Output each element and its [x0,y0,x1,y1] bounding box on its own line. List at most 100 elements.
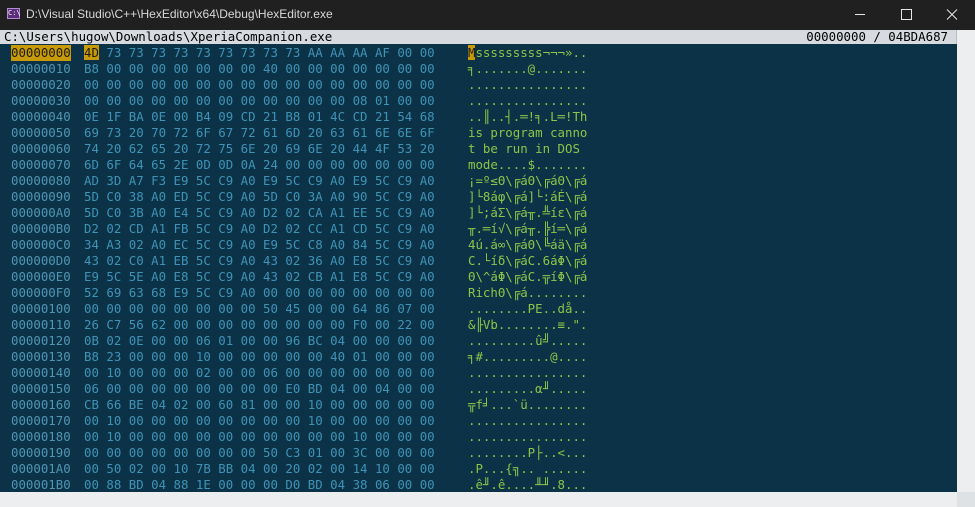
hex-row[interactable]: 00000040 0E 1F BA 0E 00 B4 09 CD 21 B8 01… [0,109,957,125]
ascii-rest[interactable]: .......P├..<... [475,445,587,460]
row-ascii[interactable]: is program canno [468,125,587,141]
ascii-rest[interactable]: ............... [475,429,587,444]
hex-byte[interactable]: 00 [84,93,99,108]
row-ascii[interactable]: ]└;áΣ\╔á╥.╩íε\╔á [468,205,587,221]
ascii-rest[interactable]: .║..┤.═!╕.L═!Th [475,109,587,124]
row-hex-bytes[interactable]: 34 A3 02 A0 EC 5C C9 A0 E9 5C C8 A0 84 5… [84,237,435,253]
hex-row[interactable]: 00000080 AD 3D A7 F3 E9 5C C9 A0 E9 5C C9… [0,173,957,189]
row-ascii[interactable]: .ê╜.ê....╨╜.8... [468,477,587,492]
row-hex-bytes[interactable]: 26 C7 56 62 00 00 00 00 00 00 00 00 F0 0… [84,317,435,333]
hex-byte[interactable]: 26 [84,317,99,332]
row-hex-bytes[interactable]: 5D C0 3B A0 E4 5C C9 A0 D2 02 CA A1 EE 5… [84,205,435,221]
hex-row[interactable]: 000000E0 E9 5C 5E A0 E8 5C C9 A0 43 02 CB… [0,269,957,285]
row-hex-bytes[interactable]: E9 5C 5E A0 E8 5C C9 A0 43 02 CB A1 E8 5… [84,269,435,285]
ascii-rest[interactable]: .......PE..då.. [475,301,587,316]
hex-byte[interactable]: 34 [84,237,99,252]
row-hex-bytes[interactable]: 74 20 62 65 20 72 75 6E 20 69 6E 20 44 4… [84,141,435,157]
ascii-rest[interactable]: \^áΦ\╔áC.╦íΦ\╔á [475,269,587,284]
row-ascii[interactable]: ¡=º≤Θ\╔áΘ\╔áΘ\╔á [468,173,587,189]
hex-row[interactable]: 00000190 00 00 00 00 00 00 00 00 50 C3 01… [0,445,957,461]
row-ascii[interactable]: RichΘ\╔á........ [468,285,587,301]
row-ascii[interactable]: C.└íδ\╔áC.6áΦ\╔á [468,253,587,269]
hex-bytes-rest[interactable]: 10 00 00 00 00 00 00 00 00 00 00 10 00 0… [106,429,434,444]
hex-bytes-rest[interactable]: 5C 5E A0 E8 5C C9 A0 43 02 CB A1 E8 5C C… [106,269,434,284]
hex-row[interactable]: 000000C0 34 A3 02 A0 EC 5C C9 A0 E9 5C C8… [0,237,957,253]
hex-byte[interactable]: 69 [84,125,99,140]
row-hex-bytes[interactable]: 0E 1F BA 0E 00 B4 09 CD 21 B8 01 4C CD 2… [84,109,435,125]
hex-row[interactable]: 00000000 4D 73 73 73 73 73 73 73 73 73 AA… [0,45,957,61]
hex-bytes-rest[interactable]: 20 62 65 20 72 75 6E 20 69 6E 20 44 4F 5… [106,141,434,156]
hex-byte[interactable]: D2 [84,221,99,236]
hex-byte[interactable]: 00 [84,301,99,316]
hex-byte[interactable]: 74 [84,141,99,156]
hex-row[interactable]: 00000160 CB 66 BE 04 02 00 60 81 00 00 10… [0,397,957,413]
row-hex-bytes[interactable]: 00 10 00 00 00 00 00 00 00 00 10 00 00 0… [84,413,435,429]
ascii-rest[interactable]: ú.á∞\╔áΘ\╚áä\╔á [475,237,587,252]
hex-row[interactable]: 00000090 5D C0 38 A0 ED 5C C9 A0 5D C0 3A… [0,189,957,205]
row-hex-bytes[interactable]: 00 10 00 00 00 02 00 00 06 00 00 00 00 0… [84,365,435,381]
hex-bytes-rest[interactable]: 10 00 00 00 00 00 00 00 00 10 00 00 00 0… [106,413,434,428]
hex-bytes-rest[interactable]: 00 00 00 00 00 00 00 00 E0 BD 04 00 04 0… [106,381,434,396]
hex-bytes-rest[interactable]: 23 00 00 00 10 00 00 00 00 00 40 01 00 0… [106,349,434,364]
row-hex-bytes[interactable]: 00 88 BD 04 88 1E 00 00 00 D0 BD 04 38 0… [84,477,435,492]
row-ascii[interactable]: ................ [468,365,587,381]
row-hex-bytes[interactable]: B8 00 00 00 00 00 00 00 40 00 00 00 00 0… [84,61,435,77]
hex-byte[interactable]: 0E [84,109,99,124]
hex-byte[interactable]: 00 [84,429,99,444]
hex-byte[interactable]: E9 [84,269,99,284]
hex-byte[interactable]: CB [84,397,99,412]
hex-bytes-rest[interactable]: 73 73 73 73 73 73 73 73 73 AA AA AA AF 0… [106,45,434,60]
row-hex-bytes[interactable]: B8 23 00 00 00 10 00 00 00 00 00 40 01 0… [84,349,435,365]
hex-row[interactable]: 000001A0 00 50 02 00 10 7B BB 04 00 20 02… [0,461,957,477]
ascii-rest[interactable]: .└íδ\╔áC.6áΦ\╔á [475,253,587,268]
hex-row[interactable]: 00000110 26 C7 56 62 00 00 00 00 00 00 00… [0,317,957,333]
row-ascii[interactable]: ................ [468,77,587,93]
ascii-rest[interactable]: ........α╜..... [475,381,587,396]
hex-byte[interactable]: 0B [84,333,99,348]
hex-byte[interactable]: 00 [84,445,99,460]
hex-byte[interactable]: 00 [84,477,99,492]
ascii-rest[interactable]: f╛...`ü........ [475,397,587,412]
hex-bytes-rest[interactable]: C7 56 62 00 00 00 00 00 00 00 00 F0 00 2… [106,317,434,332]
hex-bytes-rest[interactable]: 02 CD A1 FB 5C C9 A0 D2 02 CC A1 CD 5C C… [106,221,434,236]
row-hex-bytes[interactable]: 00 50 02 00 10 7B BB 04 00 20 02 00 14 1… [84,461,435,477]
ascii-rest[interactable]: ê╜.ê....╨╜.8... [475,477,587,492]
hex-byte[interactable]: B8 [84,61,99,76]
hex-byte[interactable]: 43 [84,253,99,268]
ascii-rest[interactable]: ╟Vb........≡.". [475,317,587,332]
hex-byte[interactable]: 6D [84,157,99,172]
row-hex-bytes[interactable]: 4D 73 73 73 73 73 73 73 73 73 AA AA AA A… [84,45,435,61]
row-ascii[interactable]: Msssssssss¬¬¬».. [468,45,587,61]
ascii-rest[interactable]: └8áφ\╔á]└:áÉ\╔á [475,189,587,204]
hex-byte[interactable]: 00 [84,77,99,92]
row-hex-bytes[interactable]: 00 00 00 00 00 00 00 00 50 45 00 00 64 8… [84,301,435,317]
row-hex-bytes[interactable]: D2 02 CD A1 FB 5C C9 A0 D2 02 CC A1 CD 5… [84,221,435,237]
hex-byte[interactable]: 5D [84,205,99,220]
row-hex-bytes[interactable]: 5D C0 38 A0 ED 5C C9 A0 5D C0 3A A0 90 5… [84,189,435,205]
ascii-rest[interactable]: ............... [475,93,587,108]
ascii-rest[interactable]: ............... [475,77,587,92]
row-ascii[interactable]: ..║..┤.═!╕.L═!Th [468,109,587,125]
hex-bytes-rest[interactable]: C0 38 A0 ED 5C C9 A0 5D C0 3A A0 90 5C C… [106,189,434,204]
row-hex-bytes[interactable]: 00 00 00 00 00 00 00 00 00 00 00 00 00 0… [84,77,435,93]
hex-bytes-rest[interactable]: 66 BE 04 02 00 60 81 00 00 10 00 00 00 0… [106,397,434,412]
ascii-rest[interactable]: .......@....... [475,61,587,76]
hex-row[interactable]: 00000140 00 10 00 00 00 02 00 00 06 00 00… [0,365,957,381]
row-ascii[interactable]: mode....$....... [468,157,587,173]
row-hex-bytes[interactable]: 00 00 00 00 00 00 00 00 00 00 00 00 08 0… [84,93,435,109]
ascii-rest[interactable]: ode....$....... [475,157,587,172]
row-hex-bytes[interactable]: 00 10 00 00 00 00 00 00 00 00 00 00 10 0… [84,429,435,445]
hex-byte[interactable]: 4D [84,45,99,60]
hex-bytes-rest[interactable]: 00 00 00 00 00 00 00 00 00 00 00 08 01 0… [106,93,434,108]
hex-byte[interactable]: 06 [84,381,99,396]
ascii-rest[interactable]: ............... [475,365,587,380]
hex-row[interactable]: 00000120 0B 02 0E 00 00 06 01 00 00 96 BC… [0,333,957,349]
row-hex-bytes[interactable]: 00 00 00 00 00 00 00 00 50 C3 01 00 3C 0… [84,445,435,461]
ascii-rest[interactable]: =º≤Θ\╔áΘ\╔áΘ\╔á [475,173,587,188]
maximize-button[interactable] [883,0,929,30]
row-ascii[interactable]: ........P├..<... [468,445,587,461]
row-hex-bytes[interactable]: 06 00 00 00 00 00 00 00 00 E0 BD 04 00 0… [84,381,435,397]
hex-bytes-rest[interactable]: 02 0E 00 00 06 01 00 00 96 BC 04 00 00 0… [106,333,434,348]
ascii-rest[interactable]: s program canno [475,125,587,140]
hex-bytes-rest[interactable]: 00 00 00 00 00 00 00 50 45 00 00 64 86 0… [106,301,434,316]
